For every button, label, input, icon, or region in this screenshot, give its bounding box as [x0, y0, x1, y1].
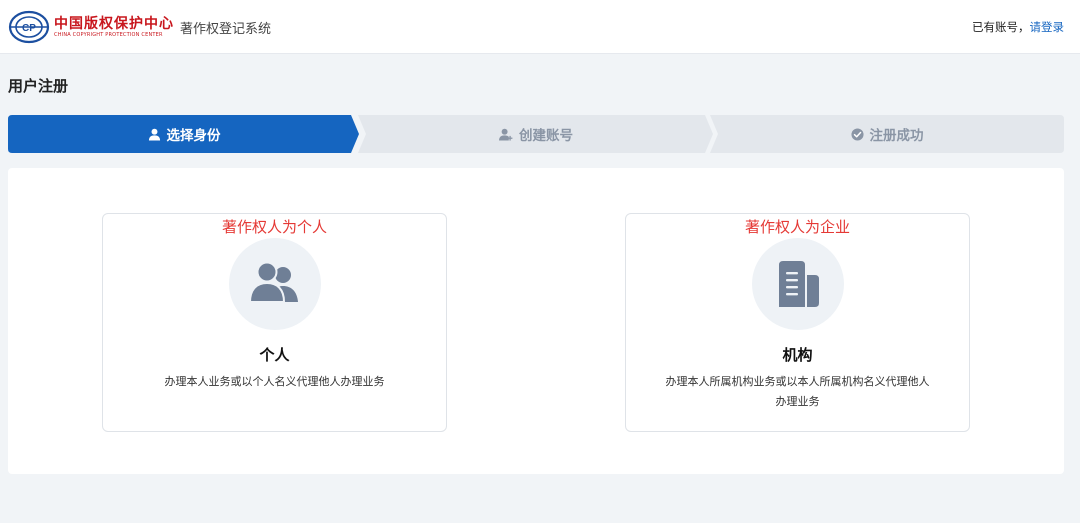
- step-label: 选择身份: [166, 128, 221, 144]
- organization-identity-card[interactable]: 著作权人为企业 机构 办理本人所属机构业务或以本人所属机构名义代理他人办理业务: [625, 213, 970, 432]
- building-icon: [778, 261, 819, 307]
- logo-english-name: CHINA COPYRIGHT PROTECTION CENTER: [54, 32, 163, 38]
- check-circle-icon: [850, 127, 864, 141]
- user-icon: [148, 128, 160, 141]
- card-description: 办理本人所属机构业务或以本人所属机构名义代理他人办理业务: [665, 375, 930, 408]
- card-caption: 著作权人为个人: [221, 218, 327, 236]
- logo-chinese-name: 中国版权保护中心: [54, 16, 174, 32]
- svg-text:CP: CP: [22, 23, 36, 34]
- card-caption: 著作权人为企业: [744, 218, 850, 236]
- card-title: 机构: [782, 346, 813, 364]
- identity-selection-panel: 著作权人为个人 个人 办理本人业务或以个人名义代理他人办理业务 著作权人为企业: [8, 168, 1064, 474]
- card-icon-circle: [751, 238, 844, 330]
- card-title: 个人: [259, 346, 290, 364]
- login-prompt: 已有账号，: [972, 20, 1030, 34]
- step-label: 注册成功: [869, 128, 924, 144]
- card-description: 办理本人业务或以个人名义代理他人办理业务: [164, 375, 385, 388]
- step-select-identity: 选择身份: [8, 115, 360, 153]
- step-registration-success: 注册成功: [710, 115, 1064, 153]
- individual-identity-card[interactable]: 著作权人为个人 个人 办理本人业务或以个人名义代理他人办理业务: [102, 213, 447, 432]
- login-link[interactable]: 请登录: [1030, 20, 1065, 34]
- card-icon-circle: [228, 238, 321, 330]
- user-add-icon: [499, 128, 513, 141]
- cpcc-logo[interactable]: CP 中国版权保护中心 CHINA COPYRIGHT PROTECTION C…: [8, 10, 173, 44]
- page-title: 用户注册: [8, 77, 69, 95]
- cpcc-emblem-icon: CP: [8, 10, 50, 44]
- top-header: CP 中国版权保护中心 CHINA COPYRIGHT PROTECTION C…: [0, 0, 1080, 54]
- login-area: 已有账号，请登录: [972, 19, 1064, 35]
- step-label: 创建账号: [519, 128, 573, 144]
- people-icon: [248, 262, 298, 303]
- registration-steps: 选择身份 创建账号 注册成功: [8, 115, 1064, 153]
- system-title: 著作权登记系统: [180, 22, 272, 37]
- step-create-account: 创建账号: [358, 115, 714, 153]
